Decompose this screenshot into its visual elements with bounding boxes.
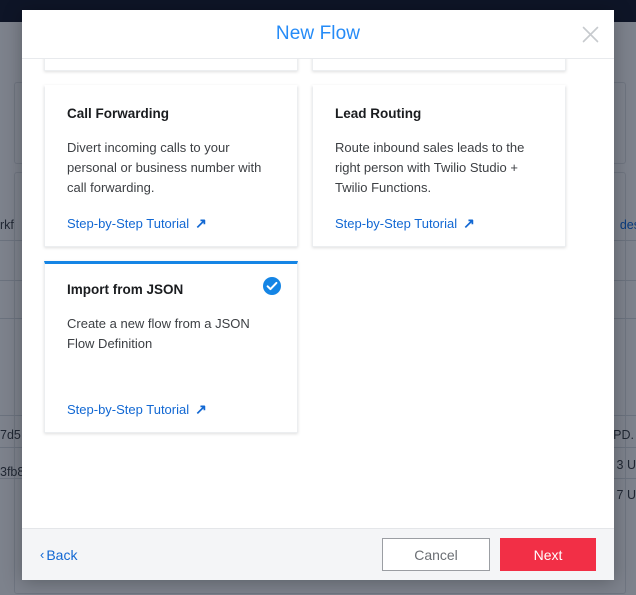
close-icon-glyph <box>582 26 598 42</box>
flow-template-description: Route inbound sales leads to the right p… <box>335 140 525 196</box>
flow-template-card[interactable]: personalized message.Step-by-Step Tutori… <box>312 59 566 71</box>
next-button[interactable]: Next <box>500 538 596 571</box>
flow-template-grid: Step-by-Step Tutorial ↗ personalized messa… <box>44 59 566 434</box>
external-link-arrow-icon: ↗ <box>463 215 475 232</box>
flow-template-card[interactable]: Call Forwarding Divert incoming calls to … <box>44 85 298 248</box>
flow-template-list[interactable]: Step-by-Step Tutorial ↗ personalized messa… <box>22 59 614 528</box>
back-button-label: Back <box>46 546 78 563</box>
step-by-step-tutorial-label: Step-by-Step Tutorial <box>67 401 190 417</box>
flow-template-card[interactable]: Import from JSON Create a new flow from a… <box>44 261 298 434</box>
flow-template-card[interactable]: Step-by-Step Tutorial↗ <box>44 59 298 71</box>
cancel-button[interactable]: Cancel <box>382 538 490 571</box>
external-link-arrow-icon: ↗ <box>195 215 207 232</box>
external-link-arrow-icon: ↗ <box>195 401 207 418</box>
flow-template-title: Call Forwarding <box>67 106 170 121</box>
new-flow-modal: New Flow Step-by-Step Tutorial ↗ personali… <box>22 10 614 580</box>
close-icon[interactable] <box>576 20 604 48</box>
step-by-step-tutorial-link[interactable]: Step-by-Step Tutorial ↗ <box>67 402 275 416</box>
step-by-step-tutorial-label: Step-by-Step Tutorial <box>335 215 458 231</box>
step-by-step-tutorial-link[interactable]: Step-by-Step Tutorial ↗ <box>335 216 543 230</box>
step-by-step-tutorial-link[interactable]: Step-by-Step Tutorial ↗ <box>67 216 275 230</box>
modal-title: New Flow <box>275 23 361 44</box>
flow-template-card[interactable]: Lead Routing Route inbound sales leads to… <box>312 85 566 248</box>
back-button[interactable]: ‹ Back <box>40 547 77 563</box>
modal-footer: ‹ Back Cancel Next <box>22 528 614 580</box>
modal-header: New Flow <box>22 10 614 59</box>
flow-template-description: Create a new flow from a JSON Flow Defin… <box>67 316 250 352</box>
flow-template-title: Import from JSON <box>67 282 184 298</box>
step-by-step-tutorial-label: Step-by-Step Tutorial <box>67 215 190 231</box>
flow-template-title: Lead Routing <box>335 106 422 121</box>
chevron-left-icon: ‹ <box>40 547 45 562</box>
check-circle-icon <box>263 277 281 296</box>
flow-template-description: Divert incoming calls to your personal o… <box>67 140 262 196</box>
